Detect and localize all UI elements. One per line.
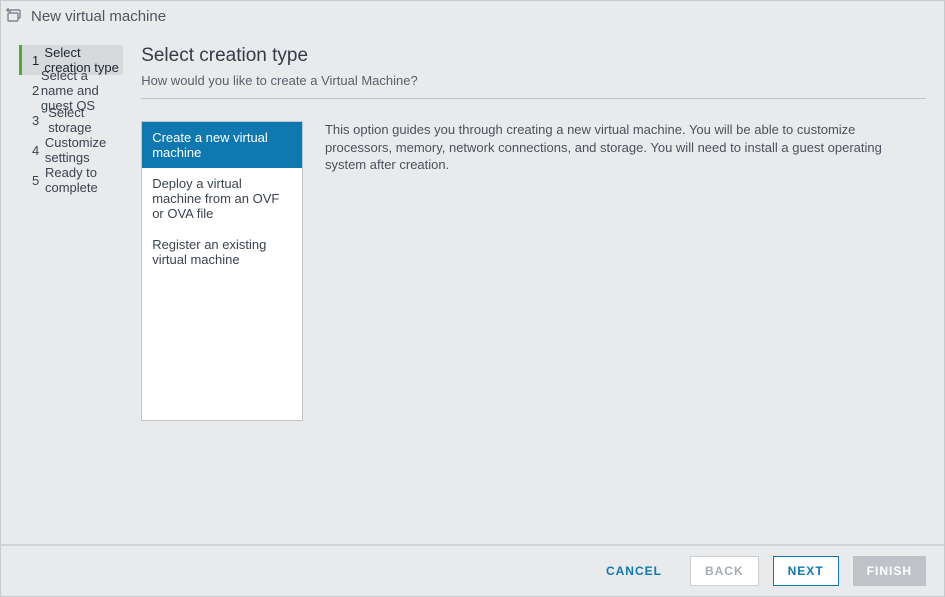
next-button[interactable]: Next xyxy=(773,556,839,586)
dialog-header: New virtual machine xyxy=(1,1,944,37)
dialog-footer: Cancel Back Next Finish xyxy=(1,544,944,596)
dialog-body: 1 Select creation type 2 Select a name a… xyxy=(1,37,944,544)
dialog-title: New virtual machine xyxy=(31,8,166,25)
step-label: Ready to complete xyxy=(45,165,123,195)
step-customize-settings[interactable]: 4 Customize settings xyxy=(19,135,123,165)
step-label: Customize settings xyxy=(45,135,123,165)
step-number: 1 xyxy=(32,53,44,68)
step-label: Select storage xyxy=(48,105,123,135)
option-create-new-vm[interactable]: Create a new virtual machine xyxy=(142,122,302,168)
creation-type-list: Create a new virtual machine Deploy a vi… xyxy=(141,121,303,421)
wizard-steps-sidebar: 1 Select creation type 2 Select a name a… xyxy=(19,37,123,544)
step-number: 2 xyxy=(32,83,41,98)
cancel-button[interactable]: Cancel xyxy=(592,556,676,586)
step-number: 4 xyxy=(32,143,45,158)
step-number: 5 xyxy=(32,173,45,188)
step-select-name-guest-os[interactable]: 2 Select a name and guest OS xyxy=(19,75,123,105)
step-number: 3 xyxy=(32,113,48,128)
back-button: Back xyxy=(690,556,759,586)
option-deploy-ovf-ova[interactable]: Deploy a virtual machine from an OVF or … xyxy=(142,168,302,229)
page-subtitle: How would you like to create a Virtual M… xyxy=(141,67,926,99)
step-ready-to-complete[interactable]: 5 Ready to complete xyxy=(19,165,123,195)
wizard-main-panel: Select creation type How would you like … xyxy=(141,37,926,544)
step-select-storage[interactable]: 3 Select storage xyxy=(19,105,123,135)
page-title: Select creation type xyxy=(141,37,926,67)
content-row: Create a new virtual machine Deploy a vi… xyxy=(141,99,926,544)
new-vm-icon xyxy=(5,7,23,25)
finish-button: Finish xyxy=(853,556,926,586)
option-register-existing-vm[interactable]: Register an existing virtual machine xyxy=(142,229,302,275)
wizard-dialog: New virtual machine 1 Select creation ty… xyxy=(0,0,945,597)
option-description: This option guides you through creating … xyxy=(325,121,926,544)
